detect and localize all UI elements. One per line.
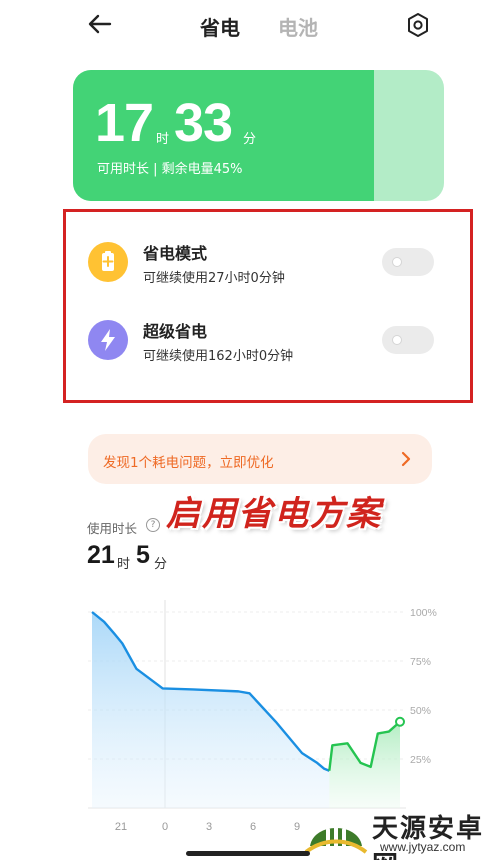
watermark-url: www.jytyaz.com bbox=[380, 840, 466, 854]
lightning-icon bbox=[88, 320, 128, 360]
y-tick-label: 50% bbox=[410, 705, 431, 717]
mode-title: 省电模式 bbox=[143, 244, 208, 263]
usage-hours-unit: 时 bbox=[117, 557, 131, 572]
power-saving-toggle[interactable] bbox=[382, 248, 434, 276]
home-indicator[interactable] bbox=[186, 851, 310, 856]
android-logo-icon bbox=[304, 824, 368, 854]
remaining-minutes: 33 bbox=[174, 93, 233, 153]
overlay-caption: 启用省电方案 bbox=[166, 494, 382, 534]
usage-minutes: 5 bbox=[136, 541, 150, 569]
chevron-right-icon bbox=[401, 451, 411, 467]
y-tick-label: 100% bbox=[410, 607, 437, 619]
tab-power-saving[interactable]: 省电 bbox=[200, 12, 240, 41]
mode-title: 超级省电 bbox=[143, 322, 208, 341]
remaining-time-card[interactable]: 17 时 33 分 可用时长 | 剩余电量45% bbox=[73, 70, 444, 201]
mode-subtitle: 可继续使用162小时0分钟 bbox=[143, 349, 294, 364]
toggle-knob bbox=[392, 335, 402, 345]
hours-unit: 时 bbox=[156, 132, 170, 147]
watermark-logo: 天源安卓网 www.jytyaz.com bbox=[300, 800, 500, 860]
battery-plus-icon bbox=[88, 242, 128, 282]
usage-label: 使用时长 bbox=[87, 521, 138, 536]
x-tick-label: 6 bbox=[250, 821, 256, 833]
power-saving-mode-row[interactable]: 省电模式 可继续使用27小时0分钟 bbox=[88, 234, 448, 294]
ultra-power-saving-row[interactable]: 超级省电 可继续使用162小时0分钟 bbox=[88, 312, 448, 372]
x-tick-label: 21 bbox=[115, 821, 127, 833]
alert-text: 发现1个耗电问题，立即优化 bbox=[103, 455, 274, 471]
power-modes-panel: 省电模式 可继续使用27小时0分钟 超级省电 可继续使用162小时0分钟 bbox=[63, 209, 473, 403]
mode-subtitle: 可继续使用27小时0分钟 bbox=[143, 271, 285, 286]
toggle-knob bbox=[392, 257, 402, 267]
tab-battery[interactable]: 电池 bbox=[278, 12, 318, 41]
current-level-point bbox=[395, 716, 405, 727]
remaining-subtitle: 可用时长 | 剩余电量45% bbox=[97, 162, 243, 177]
help-icon[interactable]: ? bbox=[146, 518, 160, 532]
x-tick-label: 3 bbox=[206, 821, 212, 833]
battery-issue-alert[interactable]: 发现1个耗电问题，立即优化 bbox=[88, 434, 432, 484]
top-bar: 省电 电池 bbox=[0, 0, 500, 50]
y-tick-label: 25% bbox=[410, 754, 431, 766]
usage-hours: 21 bbox=[87, 541, 115, 569]
settings-icon[interactable] bbox=[406, 12, 430, 38]
y-tick-label: 75% bbox=[410, 656, 431, 668]
minutes-unit: 分 bbox=[243, 132, 257, 147]
back-arrow-icon[interactable] bbox=[86, 10, 114, 38]
usage-minutes-unit: 分 bbox=[154, 557, 168, 572]
ultra-power-saving-toggle[interactable] bbox=[382, 326, 434, 354]
x-tick-label: 0 bbox=[162, 821, 168, 833]
remaining-hours: 17 bbox=[95, 93, 154, 153]
